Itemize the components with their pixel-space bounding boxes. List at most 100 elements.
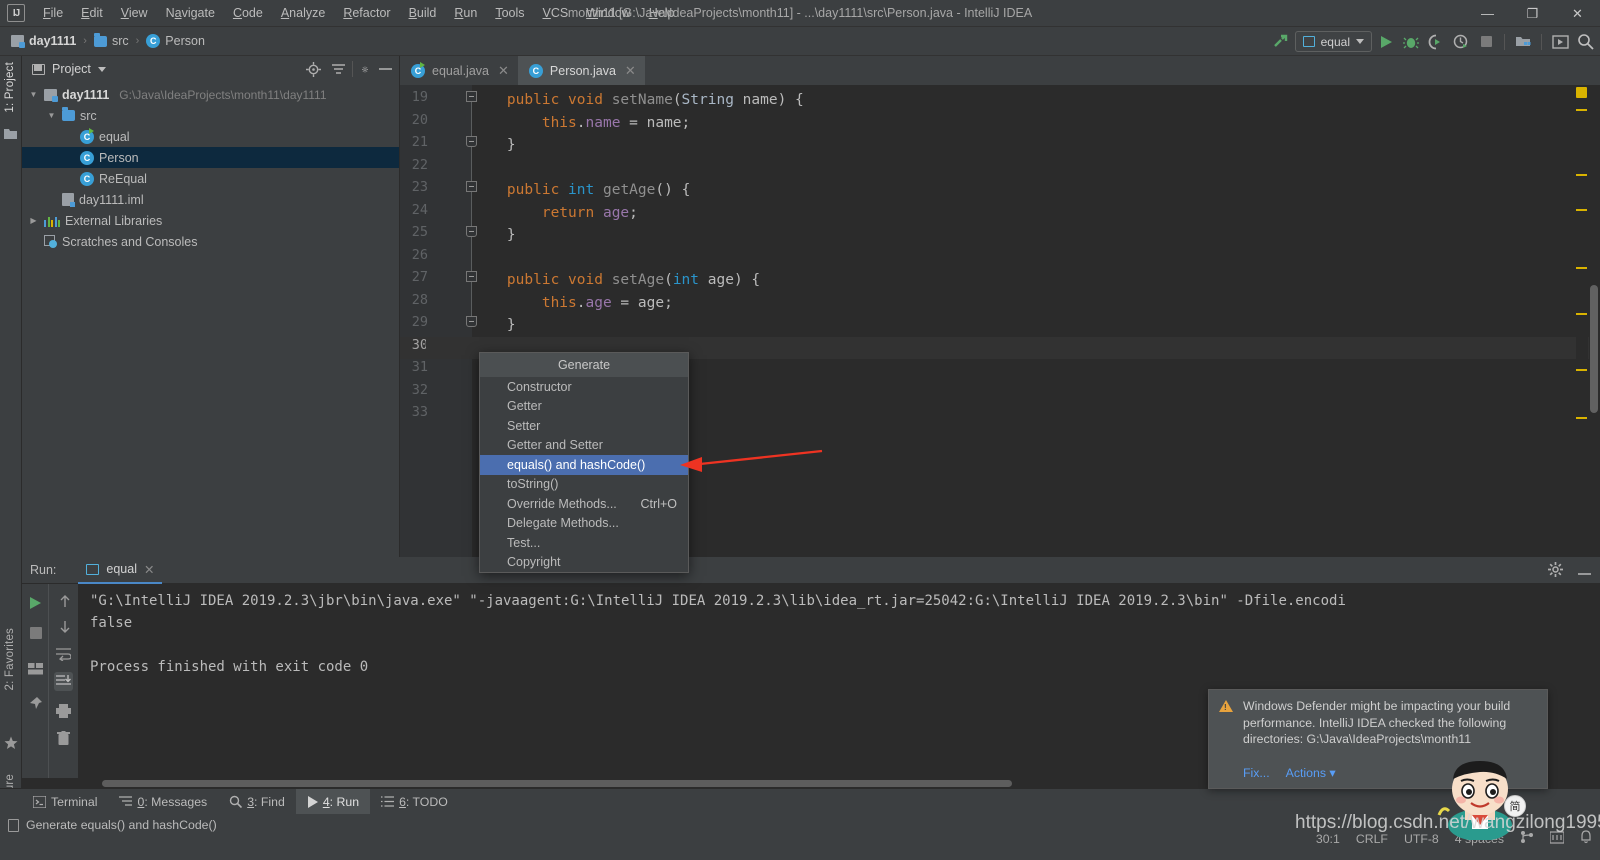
generate-item-equals---and-hashcode[interactable]: equals() and hashCode() xyxy=(480,455,688,475)
menu-item-edit[interactable]: Edit xyxy=(72,3,112,23)
hammer-icon[interactable] xyxy=(1270,31,1292,53)
chevron-down-icon[interactable]: ▼ xyxy=(28,90,39,99)
warning-stripe[interactable] xyxy=(1576,313,1587,315)
settings-gear-icon[interactable] xyxy=(352,61,368,77)
chevron-down-icon[interactable] xyxy=(97,66,106,72)
menu-item-analyze[interactable]: Analyze xyxy=(272,3,334,23)
memory-indicator-icon[interactable] xyxy=(1549,830,1565,847)
editor-tab-equal-java[interactable]: Cequal.java ✕ xyxy=(400,56,518,85)
close-icon[interactable]: ✕ xyxy=(498,63,509,79)
generate-item-getter-and-setter[interactable]: Getter and Setter xyxy=(480,436,688,456)
editor-vertical-scrollbar[interactable] xyxy=(1589,85,1600,557)
stop-icon[interactable] xyxy=(1475,31,1497,53)
warning-summary-icon[interactable] xyxy=(1576,87,1587,98)
menu-item-window[interactable]: Window xyxy=(577,3,639,23)
run-configuration-selector[interactable]: equal xyxy=(1294,31,1372,52)
rerun-icon[interactable] xyxy=(27,594,44,611)
editor-tab-Person-java[interactable]: C Person.java ✕ xyxy=(517,56,645,85)
close-icon[interactable]: ✕ xyxy=(144,562,154,577)
notifications-icon[interactable] xyxy=(1580,830,1592,847)
code-line[interactable]: this.age = age; xyxy=(472,292,673,315)
breadcrumb-item-person[interactable]: C Person xyxy=(143,32,208,50)
breadcrumb-item-day1111[interactable]: day1111 xyxy=(8,32,79,50)
run-icon[interactable] xyxy=(1375,31,1397,53)
notification-actions-link[interactable]: Actions ▾ xyxy=(1286,766,1336,780)
project-panel-title-group[interactable]: Project xyxy=(32,62,106,76)
tree-item-person[interactable]: C Person xyxy=(22,147,399,168)
tree-item-day1111-iml[interactable]: day1111.iml xyxy=(22,189,399,210)
close-icon[interactable]: ✕ xyxy=(625,63,636,79)
soft-wrap-icon[interactable] xyxy=(55,646,72,663)
tree-item-equal[interactable]: Cequal xyxy=(22,126,399,147)
pin-icon[interactable] xyxy=(27,694,44,711)
hide-panel-icon[interactable] xyxy=(377,61,393,77)
chevron-down-icon[interactable]: ▼ xyxy=(46,111,57,120)
up-icon[interactable] xyxy=(56,592,73,609)
chevron-right-icon[interactable]: ▶ xyxy=(28,216,39,225)
scrollbar-thumb[interactable] xyxy=(102,780,1012,787)
run-with-coverage-icon[interactable] xyxy=(1425,31,1447,53)
search-everywhere-icon[interactable] xyxy=(1574,31,1596,53)
down-icon[interactable] xyxy=(56,618,73,635)
settings-gear-icon[interactable] xyxy=(1548,561,1563,580)
profiler-icon[interactable] xyxy=(1450,31,1472,53)
code-line[interactable]: this.name = name; xyxy=(472,112,690,135)
tool-button-project[interactable]: 1: Project xyxy=(4,62,16,113)
caret-position[interactable]: 30:1 xyxy=(1316,832,1340,846)
generate-item-constructor[interactable]: Constructor xyxy=(480,377,688,397)
collapse-all-icon[interactable] xyxy=(330,61,346,77)
stop-icon[interactable] xyxy=(27,624,44,641)
tree-item-external-libraries[interactable]: ▶ External Libraries xyxy=(22,210,399,231)
maximize-button[interactable]: ❐ xyxy=(1510,0,1555,27)
warning-stripe[interactable] xyxy=(1576,267,1587,269)
warning-stripe[interactable] xyxy=(1576,209,1587,211)
warning-stripe[interactable] xyxy=(1576,174,1587,176)
bottom-tab-0--messages[interactable]: 0: Messages xyxy=(108,789,218,815)
generate-item-override-methods[interactable]: Override Methods... Ctrl+O xyxy=(480,494,688,514)
run-tab-equal[interactable]: equal ✕ xyxy=(78,557,163,584)
print-icon[interactable] xyxy=(55,702,72,719)
menu-item-file[interactable]: File xyxy=(34,3,72,23)
menu-item-code[interactable]: Code xyxy=(224,3,272,23)
generate-item-setter[interactable]: Setter xyxy=(480,416,688,436)
generate-item-delegate-methods[interactable]: Delegate Methods... xyxy=(480,514,688,534)
tree-item-scratches-and-consoles[interactable]: Scratches and Consoles xyxy=(22,231,399,252)
hide-panel-icon[interactable] xyxy=(1577,563,1592,579)
editor-gutter[interactable]: 19 20 21 22 23 24 25 26 27 28 29 30 31 32 33 xyxy=(400,85,477,557)
line-separator[interactable]: CRLF xyxy=(1356,832,1388,846)
bottom-tab-terminal[interactable]: Terminal xyxy=(22,789,108,815)
menu-item-help[interactable]: Help xyxy=(640,3,684,23)
menu-item-view[interactable]: View xyxy=(112,3,157,23)
debug-icon[interactable] xyxy=(1400,31,1422,53)
bottom-tab-6--todo[interactable]: 6: TODO xyxy=(370,789,459,815)
close-button[interactable]: ✕ xyxy=(1555,0,1600,27)
menu-item-navigate[interactable]: Navigate xyxy=(157,3,224,23)
menu-item-build[interactable]: Build xyxy=(400,3,446,23)
generate-item-test[interactable]: Test... xyxy=(480,533,688,553)
tree-item-src[interactable]: ▼ src xyxy=(22,105,399,126)
code-line[interactable]: } xyxy=(472,134,516,157)
warning-stripe[interactable] xyxy=(1576,369,1587,371)
menu-item-refactor[interactable]: Refactor xyxy=(334,3,399,23)
generate-item-copyright[interactable]: Copyright xyxy=(480,553,688,573)
tool-button-favorites[interactable]: 2: Favorites xyxy=(4,628,16,690)
bottom-tab-4--run[interactable]: 4: Run xyxy=(295,788,371,815)
scroll-to-end-icon[interactable] xyxy=(54,672,73,691)
scrollbar-thumb[interactable] xyxy=(1590,285,1598,413)
breadcrumb-item-src[interactable]: src xyxy=(91,32,132,50)
generate-item-tostring[interactable]: toString() xyxy=(480,475,688,495)
menu-item-vcs[interactable]: VCS xyxy=(534,3,578,23)
warning-stripe[interactable] xyxy=(1576,417,1587,419)
notification-fix-link[interactable]: Fix... xyxy=(1243,766,1270,780)
minimize-button[interactable]: — xyxy=(1465,0,1510,27)
project-structure-icon[interactable] xyxy=(1512,31,1534,53)
code-line[interactable]: } xyxy=(472,314,516,337)
tree-item-reequal[interactable]: C ReEqual xyxy=(22,168,399,189)
code-line[interactable]: return age; xyxy=(472,202,638,225)
updates-icon[interactable] xyxy=(1549,31,1571,53)
locate-icon[interactable] xyxy=(305,61,321,77)
code-line[interactable]: public int getAge() { xyxy=(472,179,690,202)
menu-item-tools[interactable]: Tools xyxy=(486,3,533,23)
generate-item-getter[interactable]: Getter xyxy=(480,397,688,417)
warning-stripe[interactable] xyxy=(1576,109,1587,111)
